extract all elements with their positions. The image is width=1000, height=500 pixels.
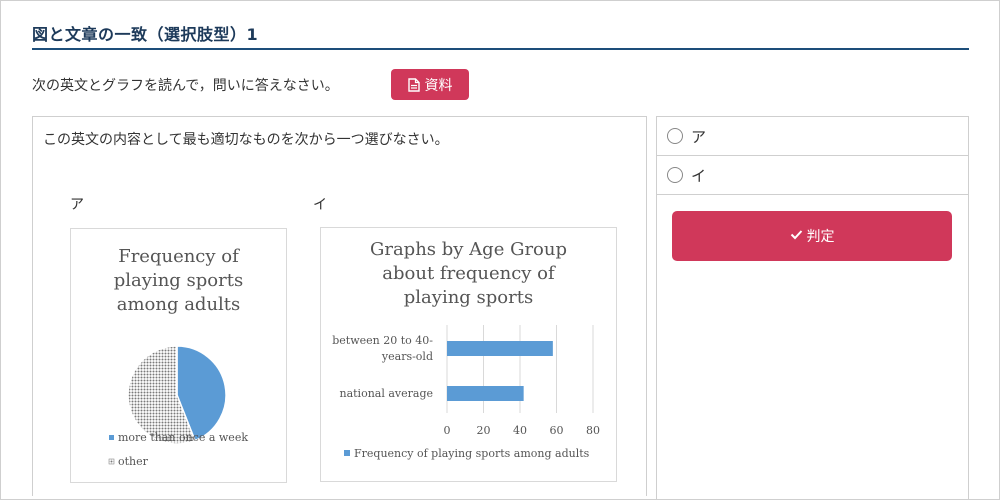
choice-a-label: ア [691,127,707,146]
option-label-i: イ [313,197,327,213]
choice-i-label: イ [691,166,707,185]
pie-legend-swatch [109,435,114,440]
bar-category-label: national average [339,387,433,400]
bar [447,386,524,401]
bar [447,341,553,356]
document-icon [407,77,420,92]
judge-button[interactable]: 判定 [672,211,952,261]
radio-a[interactable] [667,128,683,144]
bar-x-tick-label: 40 [513,424,527,437]
bar-category-label: years-old [381,350,433,363]
bar-chart: Graphs by Age Group about frequency of p… [320,227,617,482]
bar-legend-swatch [344,450,350,456]
bar-x-tick-label: 20 [477,424,491,437]
bar-legend-label: Frequency of playing sports among adults [354,447,590,460]
radio-i[interactable] [667,167,683,183]
check-icon [790,228,803,244]
bar-x-tick-label: 0 [444,424,451,437]
option-label-a: ア [70,197,84,213]
pie-legend-label: more than once a week [118,431,248,444]
question-text: この英文の内容として最も適切なものを次から一つ選びなさい。 [43,132,449,148]
question-panel: この英文の内容として最も適切なものを次から一つ選びなさい。 ア イ Freque… [32,116,647,496]
choice-i[interactable]: イ [657,156,968,195]
document-button[interactable]: 資料 [391,69,469,100]
document-button-label: 資料 [424,77,453,94]
answer-panel: ア イ 判定 [656,116,969,500]
pie-chart-plot: more than once a week other [108,345,248,468]
instruction-text: 次の英文とグラフを読んで，問いに答えなさい。 [32,78,339,94]
page-frame: 図と文章の一致（選択肢型）1 次の英文とグラフを読んで，問いに答えなさい。 資料… [0,0,1000,500]
pie-legend-label: other [118,455,149,468]
pie-legend-swatch [108,458,115,465]
bar-x-tick-label: 80 [586,424,600,437]
bar-chart-plot: 0 20 40 60 80 between 20 to 40- years-old natio… [332,325,600,460]
pie-chart: Frequency of playing sports among adults… [70,228,287,483]
page-title: 図と文章の一致（選択肢型）1 [32,25,259,44]
choice-a[interactable]: ア [657,117,968,156]
bar-x-tick-label: 60 [550,424,564,437]
title-divider [32,48,969,50]
judge-button-label: 判定 [806,229,835,245]
bar-category-label: between 20 to 40- [332,334,433,347]
